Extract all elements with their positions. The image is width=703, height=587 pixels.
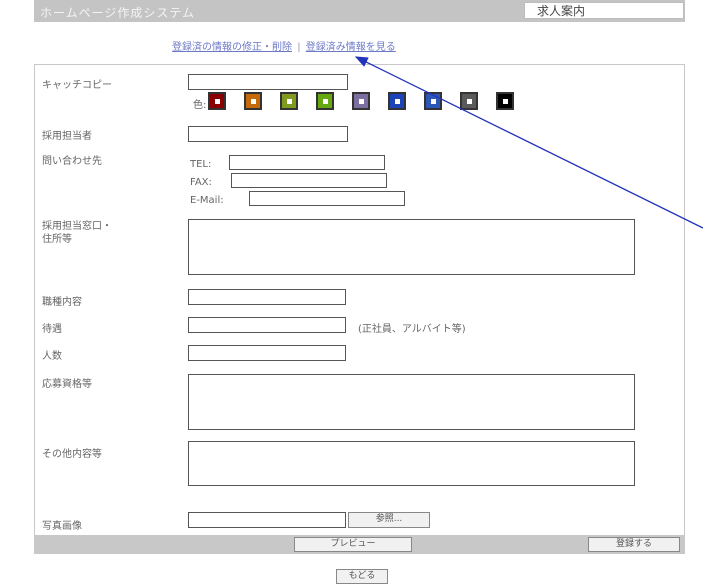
app-title: ホームページ作成システム: [40, 6, 196, 20]
email-label: E-Mail:: [190, 195, 224, 206]
requirements-textarea[interactable]: [188, 374, 635, 430]
tel-input[interactable]: [229, 155, 385, 170]
color-swatch[interactable]: [424, 92, 442, 110]
fax-label: FAX:: [190, 177, 212, 188]
page-section-label: 求人案内: [524, 2, 684, 19]
color-radio-icon: [215, 99, 220, 104]
color-radio-icon: [395, 99, 400, 104]
other-label: その他内容等: [42, 449, 102, 460]
image-label: 写真画像: [42, 521, 82, 532]
address-textarea[interactable]: [188, 219, 635, 275]
employment-note: (正社員、アルバイト等): [358, 324, 466, 335]
color-swatch[interactable]: [460, 92, 478, 110]
catch-copy-input[interactable]: [188, 74, 348, 90]
color-swatch[interactable]: [352, 92, 370, 110]
address-label-line2: 住所等: [42, 234, 72, 245]
color-swatch[interactable]: [208, 92, 226, 110]
view-registered-link[interactable]: 登録済み情報を見る: [306, 42, 396, 53]
image-path-input[interactable]: [188, 512, 346, 528]
edit-delete-link[interactable]: 登録済の情報の修正・削除: [172, 42, 292, 53]
color-swatch[interactable]: [244, 92, 262, 110]
color-radio-icon: [323, 99, 328, 104]
preview-button[interactable]: プレビュー: [294, 537, 412, 552]
staff-label: 採用担当者: [42, 131, 92, 142]
catch-copy-label: キャッチコピー: [42, 80, 112, 91]
color-swatch[interactable]: [316, 92, 334, 110]
register-button[interactable]: 登録する: [588, 537, 680, 552]
job-input[interactable]: [188, 289, 346, 305]
requirements-label: 応募資格等: [42, 379, 92, 390]
count-label: 人数: [42, 351, 62, 362]
email-input[interactable]: [249, 191, 405, 206]
employment-label: 待遇: [42, 324, 62, 335]
address-label-line1: 採用担当窓口・: [42, 221, 112, 232]
color-swatch[interactable]: [280, 92, 298, 110]
color-radio-icon: [467, 99, 472, 104]
tel-label: TEL:: [190, 159, 212, 170]
count-input[interactable]: [188, 345, 346, 361]
color-swatch[interactable]: [496, 92, 514, 110]
color-radio-icon: [287, 99, 292, 104]
color-radio-icon: [431, 99, 436, 104]
color-swatch[interactable]: [388, 92, 406, 110]
address-label: 採用担当窓口・ 住所等: [42, 220, 112, 246]
other-textarea[interactable]: [188, 441, 635, 486]
job-label: 職種内容: [42, 297, 82, 308]
staff-input[interactable]: [188, 126, 348, 142]
fax-input[interactable]: [231, 173, 387, 188]
contact-label: 問い合わせ先: [42, 156, 102, 167]
color-label: 色:: [193, 100, 207, 111]
color-radio-icon: [359, 99, 364, 104]
back-button[interactable]: もどる: [336, 569, 388, 584]
color-radio-icon: [251, 99, 256, 104]
browse-button[interactable]: 参照...: [348, 512, 430, 528]
employment-input[interactable]: [188, 317, 346, 333]
link-separator: |: [297, 42, 301, 53]
color-radio-icon: [503, 99, 508, 104]
top-links: 登録済の情報の修正・削除 | 登録済み情報を見る: [172, 38, 396, 53]
